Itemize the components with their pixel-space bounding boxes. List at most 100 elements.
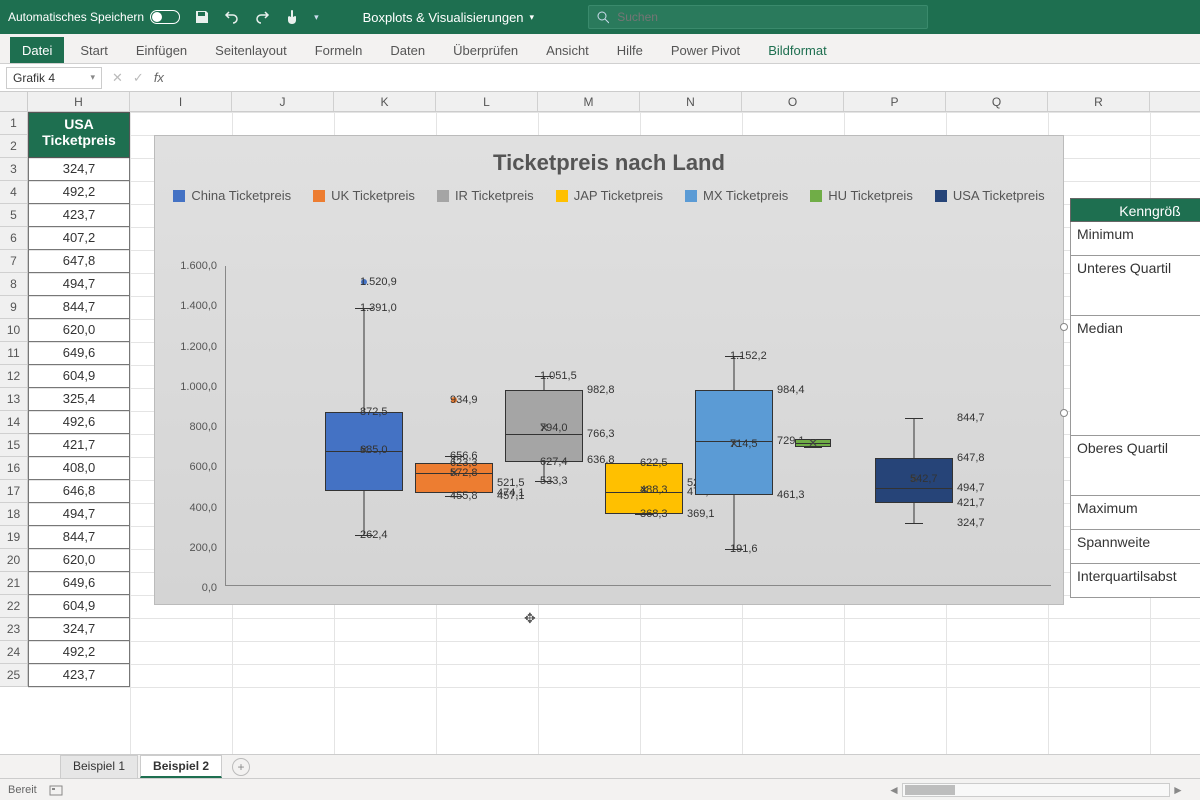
- chart-plot-area[interactable]: 0,0200,0400,0600,0800,01.000,01.200,01.4…: [165, 266, 1051, 586]
- row-header[interactable]: 6: [0, 227, 27, 250]
- row-header[interactable]: 11: [0, 342, 27, 365]
- kenngroesse-row[interactable]: Median: [1070, 316, 1200, 436]
- data-cell[interactable]: 407,2: [28, 227, 130, 250]
- autosave-toggle[interactable]: Automatisches Speichern: [8, 10, 180, 24]
- data-cell[interactable]: 844,7: [28, 526, 130, 549]
- worksheet-grid[interactable]: HIJKLMNOPQR 1234567891011121314151617181…: [0, 92, 1200, 754]
- row-header[interactable]: 5: [0, 204, 27, 227]
- row-header[interactable]: 24: [0, 641, 27, 664]
- ribbon-tab-power pivot[interactable]: Power Pivot: [659, 37, 752, 63]
- kenngroesse-row[interactable]: Minimum: [1070, 222, 1200, 256]
- row-header[interactable]: 4: [0, 181, 27, 204]
- boxplot-IR[interactable]: ✕1.051,5982,8794,0766,3636,8627,4533,3: [505, 266, 583, 586]
- data-cell[interactable]: 620,0: [28, 549, 130, 572]
- column-header[interactable]: I: [130, 92, 232, 111]
- formula-input[interactable]: [174, 67, 1200, 89]
- row-header[interactable]: 20: [0, 549, 27, 572]
- row-header[interactable]: 21: [0, 572, 27, 595]
- ribbon-tab-bildformat[interactable]: Bildformat: [756, 37, 839, 63]
- sheet-tab[interactable]: Beispiel 2: [140, 755, 222, 778]
- add-sheet-button[interactable]: +: [232, 758, 250, 776]
- scroll-right-icon[interactable]: ►: [1170, 783, 1186, 797]
- boxplot-MX[interactable]: ✕1.152,2984,4729,1714,5461,3191,6: [695, 266, 773, 586]
- chart-title[interactable]: Ticketpreis nach Land: [155, 150, 1063, 176]
- kenngroessen-header[interactable]: Kenngröß: [1070, 198, 1200, 222]
- row-header[interactable]: 22: [0, 595, 27, 618]
- kenngroesse-row[interactable]: Spannweite: [1070, 530, 1200, 564]
- touch-mode-icon[interactable]: [284, 9, 300, 25]
- search-box[interactable]: [588, 5, 928, 29]
- chart-legend[interactable]: China Ticketpreis UK Ticketpreis IR Ticket…: [155, 188, 1063, 203]
- row-header[interactable]: 15: [0, 434, 27, 457]
- workbook-title[interactable]: Boxplots & Visualisierungen ▾: [363, 10, 534, 25]
- legend-item[interactable]: IR Ticketpreis: [437, 188, 534, 203]
- legend-item[interactable]: USA Ticketpreis: [935, 188, 1045, 203]
- row-header[interactable]: 3: [0, 158, 27, 181]
- column-header[interactable]: Q: [946, 92, 1048, 111]
- select-all-corner[interactable]: [0, 92, 28, 111]
- data-cell[interactable]: 492,6: [28, 411, 130, 434]
- save-icon[interactable]: [194, 9, 210, 25]
- row-header[interactable]: 10: [0, 319, 27, 342]
- data-cell[interactable]: 421,7: [28, 434, 130, 457]
- boxplot-China[interactable]: ✕1.520,91.391,0872,5685,0262,4: [325, 266, 403, 586]
- ribbon-tab-daten[interactable]: Daten: [378, 37, 437, 63]
- ribbon-tab-ansicht[interactable]: Ansicht: [534, 37, 601, 63]
- ribbon-tab-formeln[interactable]: Formeln: [303, 37, 375, 63]
- data-cell[interactable]: 604,9: [28, 365, 130, 388]
- data-cell[interactable]: 423,7: [28, 204, 130, 227]
- row-header[interactable]: 1: [0, 112, 27, 135]
- data-cell[interactable]: 647,8: [28, 250, 130, 273]
- legend-item[interactable]: UK Ticketpreis: [313, 188, 415, 203]
- data-cell[interactable]: 649,6: [28, 342, 130, 365]
- column-header[interactable]: O: [742, 92, 844, 111]
- row-header[interactable]: 18: [0, 503, 27, 526]
- chart-object[interactable]: Ticketpreis nach Land China Ticketpreis U…: [154, 135, 1064, 605]
- legend-item[interactable]: MX Ticketpreis: [685, 188, 788, 203]
- column-header[interactable]: M: [538, 92, 640, 111]
- row-header[interactable]: 7: [0, 250, 27, 273]
- accept-formula-icon[interactable]: ✓: [133, 70, 144, 86]
- data-cell[interactable]: 324,7: [28, 158, 130, 181]
- row-header[interactable]: 17: [0, 480, 27, 503]
- row-header[interactable]: 8: [0, 273, 27, 296]
- boxplot-HU[interactable]: ✕: [795, 266, 831, 586]
- row-header[interactable]: 14: [0, 411, 27, 434]
- data-cell[interactable]: 649,6: [28, 572, 130, 595]
- data-cell[interactable]: 604,9: [28, 595, 130, 618]
- column-header[interactable]: K: [334, 92, 436, 111]
- row-header[interactable]: 2: [0, 135, 27, 158]
- ribbon-tab-einfügen[interactable]: Einfügen: [124, 37, 199, 63]
- data-cell[interactable]: 492,2: [28, 181, 130, 204]
- row-header[interactable]: 13: [0, 388, 27, 411]
- ribbon-tab-überprüfen[interactable]: Überprüfen: [441, 37, 530, 63]
- boxplot-UK[interactable]: ✕934,9656,6623,3572,8521,5474,1457,1455,…: [415, 266, 493, 586]
- column-header[interactable]: L: [436, 92, 538, 111]
- row-header[interactable]: 19: [0, 526, 27, 549]
- legend-item[interactable]: JAP Ticketpreis: [556, 188, 663, 203]
- kenngroesse-row[interactable]: Interquartilsabst: [1070, 564, 1200, 598]
- data-cell[interactable]: 646,8: [28, 480, 130, 503]
- row-header[interactable]: 25: [0, 664, 27, 687]
- kenngroesse-row[interactable]: Maximum: [1070, 496, 1200, 530]
- ribbon-tab-datei[interactable]: Datei: [10, 37, 64, 63]
- horizontal-scrollbar[interactable]: ◄ ►: [886, 780, 1186, 800]
- legend-item[interactable]: China Ticketpreis: [173, 188, 291, 203]
- column-header[interactable]: N: [640, 92, 742, 111]
- ribbon-tab-start[interactable]: Start: [68, 37, 119, 63]
- col-h-header[interactable]: USA Ticketpreis: [28, 112, 130, 158]
- column-header[interactable]: H: [28, 92, 130, 111]
- column-header[interactable]: J: [232, 92, 334, 111]
- resize-handle-icon[interactable]: [1060, 409, 1068, 417]
- qat-dropdown-icon[interactable]: ▾: [314, 12, 319, 23]
- data-cell[interactable]: 325,4: [28, 388, 130, 411]
- kenngroesse-row[interactable]: Unteres Quartil: [1070, 256, 1200, 316]
- sheet-tab[interactable]: Beispiel 1: [60, 755, 138, 778]
- fx-icon[interactable]: fx: [154, 70, 164, 86]
- legend-item[interactable]: HU Ticketpreis: [810, 188, 913, 203]
- column-header[interactable]: P: [844, 92, 946, 111]
- toggle-off-icon[interactable]: [150, 10, 180, 24]
- data-cell[interactable]: 492,2: [28, 641, 130, 664]
- column-header[interactable]: R: [1048, 92, 1150, 111]
- name-box[interactable]: Grafik 4▾: [6, 67, 102, 89]
